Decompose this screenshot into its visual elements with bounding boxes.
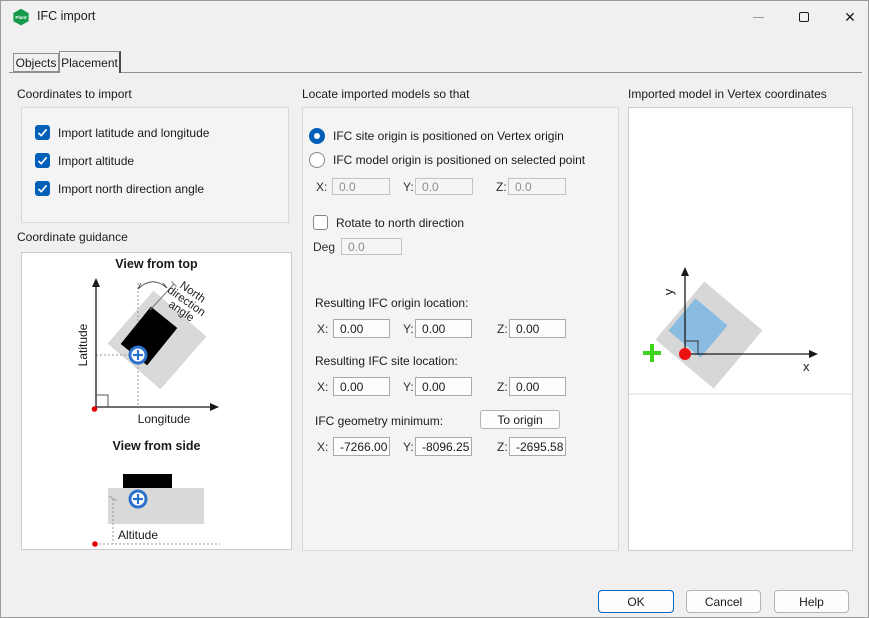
top-view-diagram: Latitude Longitude North direction angle xyxy=(22,272,293,436)
checkbox-unchecked-icon xyxy=(313,215,328,230)
top-view-title: View from top xyxy=(22,257,291,271)
deg-label: Deg xyxy=(313,240,335,254)
minimize-button[interactable] xyxy=(741,4,775,30)
checkbox-checked-icon xyxy=(35,125,50,140)
origin-x-field[interactable]: 0.00 xyxy=(333,319,390,338)
y-axis-label: Y: xyxy=(403,180,414,194)
app-logo-icon: Plant xyxy=(12,8,30,26)
origin-y-field[interactable]: 0.00 xyxy=(415,319,472,338)
tab-strip-divider xyxy=(9,72,862,73)
coordinates-to-import-title: Coordinates to import xyxy=(17,87,132,101)
origin-z-field[interactable]: 0.00 xyxy=(509,319,566,338)
tab-objects-label: Objects xyxy=(16,56,57,70)
check-icon xyxy=(38,129,46,135)
tab-placement-label: Placement xyxy=(61,56,118,70)
x-axis-arrow xyxy=(809,350,818,358)
coordinate-guidance-panel: View from top Latitude Longitude North xyxy=(21,252,292,550)
close-icon: ✕ xyxy=(844,10,856,24)
angle-arc xyxy=(138,282,167,289)
geometry-minimum-heading: IFC geometry minimum: xyxy=(315,414,443,428)
side-view-diagram: Altitude xyxy=(22,455,293,549)
tab-objects[interactable]: Objects xyxy=(13,53,59,72)
selected-point-z-field[interactable]: 0.0 xyxy=(508,178,566,195)
latitude-axis-arrow xyxy=(92,278,100,287)
y-axis-label: y xyxy=(661,288,676,295)
vertex-preview-title: Imported model in Vertex coordinates xyxy=(628,87,827,101)
tab-placement[interactable]: Placement xyxy=(59,51,121,73)
checkbox-import-north-angle[interactable]: Import north direction angle xyxy=(35,181,204,196)
checkbox-checked-icon xyxy=(35,153,50,168)
checkbox-checked-icon xyxy=(35,181,50,196)
minimum-z-field[interactable]: -2695.58 xyxy=(509,437,566,456)
site-x-field[interactable]: 0.00 xyxy=(333,377,390,396)
radio-model-origin[interactable]: IFC model origin is positioned on select… xyxy=(309,152,585,168)
radio-label: IFC model origin is positioned on select… xyxy=(333,153,585,167)
origin-dot xyxy=(92,541,98,547)
x-axis-label: X: xyxy=(317,322,328,336)
origin-location-heading: Resulting IFC origin location: xyxy=(315,296,468,310)
radio-site-origin[interactable]: IFC site origin is positioned on Vertex … xyxy=(309,128,564,144)
y-axis-label: Y: xyxy=(403,322,414,336)
maximize-button[interactable] xyxy=(787,4,821,30)
x-axis-label: X: xyxy=(317,440,328,454)
selected-point-x-field[interactable]: 0.0 xyxy=(332,178,390,195)
checkbox-import-altitude[interactable]: Import altitude xyxy=(35,153,134,168)
y-axis-arrow xyxy=(681,267,689,276)
checkbox-rotate-north[interactable]: Rotate to north direction xyxy=(313,215,464,230)
x-axis-label: X: xyxy=(317,380,328,394)
coordinates-to-import-group: Import latitude and longitude Import alt… xyxy=(21,107,289,223)
longitude-axis-label: Longitude xyxy=(138,412,191,426)
title-bar: Plant IFC import ✕ xyxy=(1,1,868,33)
check-icon xyxy=(38,157,46,163)
to-origin-button[interactable]: To origin xyxy=(480,410,560,429)
z-axis-label: Z: xyxy=(496,180,507,194)
locate-group: IFC site origin is positioned on Vertex … xyxy=(302,107,619,551)
ok-button[interactable]: OK xyxy=(598,590,674,613)
radio-unselected-icon xyxy=(309,152,325,168)
check-icon xyxy=(38,185,46,191)
y-axis-label: Y: xyxy=(403,380,414,394)
ifc-import-dialog: Plant IFC import ✕ Objects Placement Coo… xyxy=(0,0,869,618)
z-axis-label: Z: xyxy=(497,322,508,336)
site-location-heading: Resulting IFC site location: xyxy=(315,354,458,368)
coordinate-guidance-title: Coordinate guidance xyxy=(17,230,128,244)
site-z-field[interactable]: 0.00 xyxy=(509,377,566,396)
altitude-label: Altitude xyxy=(118,528,158,542)
maximize-icon xyxy=(799,12,809,22)
minimize-icon xyxy=(753,17,764,18)
origin-dot xyxy=(92,406,98,412)
origin-dot xyxy=(679,348,691,360)
right-angle-mark xyxy=(96,395,108,407)
minimum-x-field[interactable]: -7266.00 xyxy=(333,437,390,456)
z-axis-label: Z: xyxy=(497,440,508,454)
y-axis-label: Y: xyxy=(403,440,414,454)
vertex-preview-panel: y x xyxy=(628,107,853,551)
app-badge-text: Plant xyxy=(15,15,27,20)
latitude-axis-label: Latitude xyxy=(76,323,90,366)
cancel-button[interactable]: Cancel xyxy=(686,590,761,613)
close-button[interactable]: ✕ xyxy=(833,4,867,30)
checkbox-label: Rotate to north direction xyxy=(336,216,464,230)
deg-field[interactable]: 0.0 xyxy=(341,238,402,255)
radio-label: IFC site origin is positioned on Vertex … xyxy=(333,129,564,143)
vertex-preview-diagram: y x xyxy=(629,108,852,550)
side-view-title: View from side xyxy=(22,439,291,453)
x-axis-label: X: xyxy=(316,180,327,194)
site-shape xyxy=(108,488,204,524)
selected-point-y-field[interactable]: 0.0 xyxy=(415,178,473,195)
checkbox-label: Import altitude xyxy=(58,154,134,168)
help-button[interactable]: Help xyxy=(774,590,849,613)
locate-title: Locate imported models so that xyxy=(302,87,469,101)
checkbox-import-latitude[interactable]: Import latitude and longitude xyxy=(35,125,209,140)
x-axis-label: x xyxy=(803,359,810,374)
z-axis-label: Z: xyxy=(497,380,508,394)
window-title: IFC import xyxy=(37,9,95,23)
minimum-y-field[interactable]: -8096.25 xyxy=(415,437,472,456)
longitude-axis-arrow xyxy=(210,403,219,411)
checkbox-label: Import north direction angle xyxy=(58,182,204,196)
checkbox-label: Import latitude and longitude xyxy=(58,126,209,140)
site-y-field[interactable]: 0.00 xyxy=(415,377,472,396)
radio-selected-icon xyxy=(309,128,325,144)
